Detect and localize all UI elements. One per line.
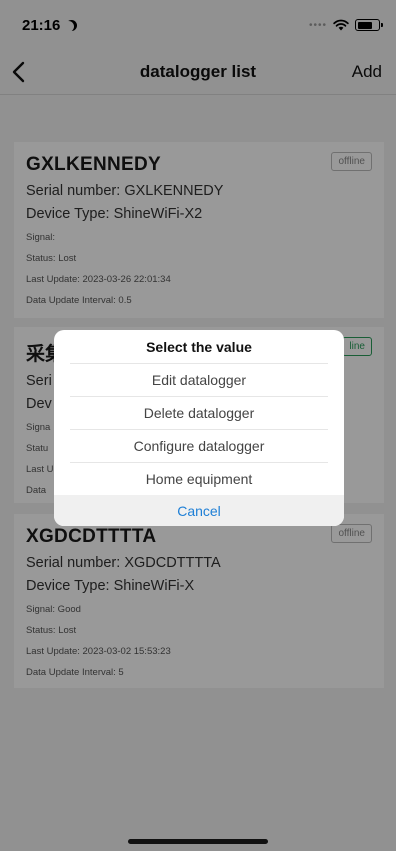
- delete-datalogger-option[interactable]: Delete datalogger: [70, 396, 328, 429]
- edit-datalogger-option[interactable]: Edit datalogger: [70, 363, 328, 396]
- home-indicator[interactable]: [128, 839, 268, 844]
- cancel-button[interactable]: Cancel: [54, 495, 344, 526]
- dialog-title: Select the value: [146, 338, 252, 355]
- action-dialog: Select the value Edit datalogger Delete …: [54, 330, 344, 526]
- configure-datalogger-option[interactable]: Configure datalogger: [70, 429, 328, 462]
- home-equipment-option[interactable]: Home equipment: [70, 462, 328, 495]
